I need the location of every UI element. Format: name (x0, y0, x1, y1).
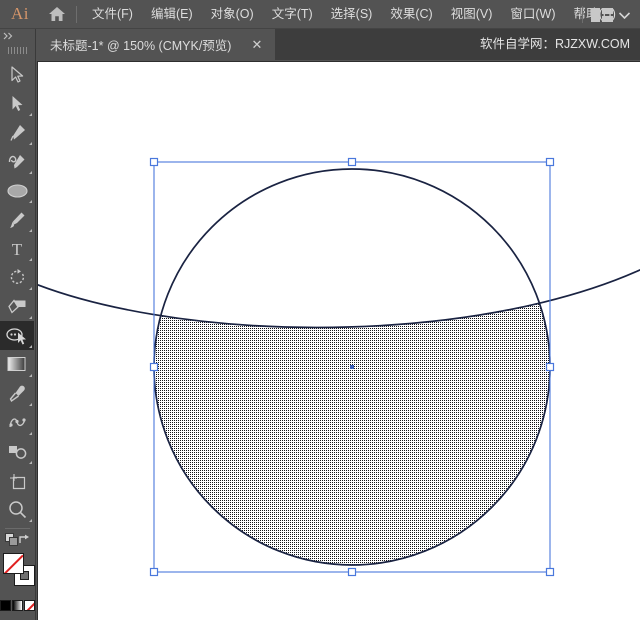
eraser-tool[interactable] (0, 292, 34, 321)
swatch-controls (0, 533, 35, 551)
artwork-svg (38, 62, 640, 620)
center-anchor-point (350, 365, 354, 369)
svg-text:T: T (12, 240, 23, 257)
handle-top-left[interactable] (151, 159, 158, 166)
close-icon[interactable]: ✕ (247, 37, 266, 53)
selection-tool[interactable] (0, 60, 34, 89)
blend-tool[interactable] (0, 408, 34, 437)
menu-type[interactable]: 文字(T) (263, 0, 322, 29)
menu-select[interactable]: 选择(S) (322, 0, 382, 29)
handle-middle-right[interactable] (547, 364, 554, 371)
canvas-area[interactable] (36, 60, 640, 620)
handle-top-center[interactable] (349, 159, 356, 166)
fill-stroke-swatches (0, 552, 36, 596)
workspace-layout-icon[interactable] (591, 8, 613, 22)
zoom-tool[interactable] (0, 495, 34, 524)
default-colors-icon[interactable] (5, 533, 18, 551)
handle-bottom-left[interactable] (151, 569, 158, 576)
menu-view[interactable]: 视图(V) (442, 0, 502, 29)
handle-bottom-center[interactable] (349, 569, 356, 576)
artboard[interactable] (37, 61, 640, 620)
menubar-right-divider (582, 6, 583, 23)
direct-selection-tool[interactable] (0, 89, 34, 118)
fill-swatch[interactable] (3, 553, 24, 574)
app-logo: Ai (0, 0, 40, 29)
menu-object[interactable]: 对象(O) (202, 0, 263, 29)
artboard-tool[interactable] (0, 466, 34, 495)
menu-edit[interactable]: 编辑(E) (142, 0, 202, 29)
type-tool[interactable]: T (0, 234, 34, 263)
menu-items: 文件(F) 编辑(E) 对象(O) 文字(T) 选择(S) 效果(C) 视图(V… (83, 0, 625, 29)
handle-top-right[interactable] (547, 159, 554, 166)
shape-builder-tool[interactable] (0, 321, 34, 350)
home-icon[interactable] (40, 0, 74, 29)
chevron-down-icon[interactable] (619, 6, 630, 24)
eyedropper-tool[interactable] (0, 379, 34, 408)
tools-panel: T (0, 29, 36, 620)
pen-tool[interactable] (0, 118, 34, 147)
menu-effect[interactable]: 效果(C) (381, 0, 441, 29)
menubar-right-group (582, 0, 636, 29)
tool-list: T (0, 57, 35, 620)
menu-file[interactable]: 文件(F) (83, 0, 142, 29)
color-mode-row (0, 598, 35, 612)
menubar-divider (76, 6, 77, 23)
toolbar-collapse-icon[interactable] (0, 29, 35, 43)
document-tab[interactable]: 未标题-1* @ 150% (CMYK/预览) ✕ (36, 29, 275, 60)
color-mode-none[interactable] (24, 600, 35, 611)
gradient-tool[interactable] (0, 350, 34, 379)
color-mode-gradient[interactable] (12, 600, 23, 611)
curvature-tool[interactable] (0, 147, 34, 176)
toolbar-divider (5, 528, 30, 529)
ellipse-tool[interactable] (0, 176, 34, 205)
illustrator-window: Ai 文件(F) 编辑(E) 对象(O) 文字(T) 选择(S) 效果(C) 视… (0, 0, 640, 620)
menu-bar: Ai 文件(F) 编辑(E) 对象(O) 文字(T) 选择(S) 效果(C) 视… (0, 0, 640, 29)
handle-middle-left[interactable] (151, 364, 158, 371)
document-tab-label: 未标题-1* @ 150% (CMYK/预览) (50, 35, 231, 54)
watermark-text: 软件自学网：RJZXW.COM (480, 29, 630, 60)
swap-colors-icon[interactable] (19, 533, 31, 551)
rotate-tool[interactable] (0, 263, 34, 292)
handle-bottom-right[interactable] (547, 569, 554, 576)
color-mode-solid[interactable] (0, 600, 11, 611)
toolbar-drag-handle[interactable] (0, 43, 35, 57)
symbol-sprayer-tool[interactable] (0, 437, 34, 466)
menu-window[interactable]: 窗口(W) (501, 0, 564, 29)
document-tab-bar: 未标题-1* @ 150% (CMYK/预览) ✕ 软件自学网：RJZXW.CO… (0, 29, 640, 60)
paintbrush-tool[interactable] (0, 205, 34, 234)
